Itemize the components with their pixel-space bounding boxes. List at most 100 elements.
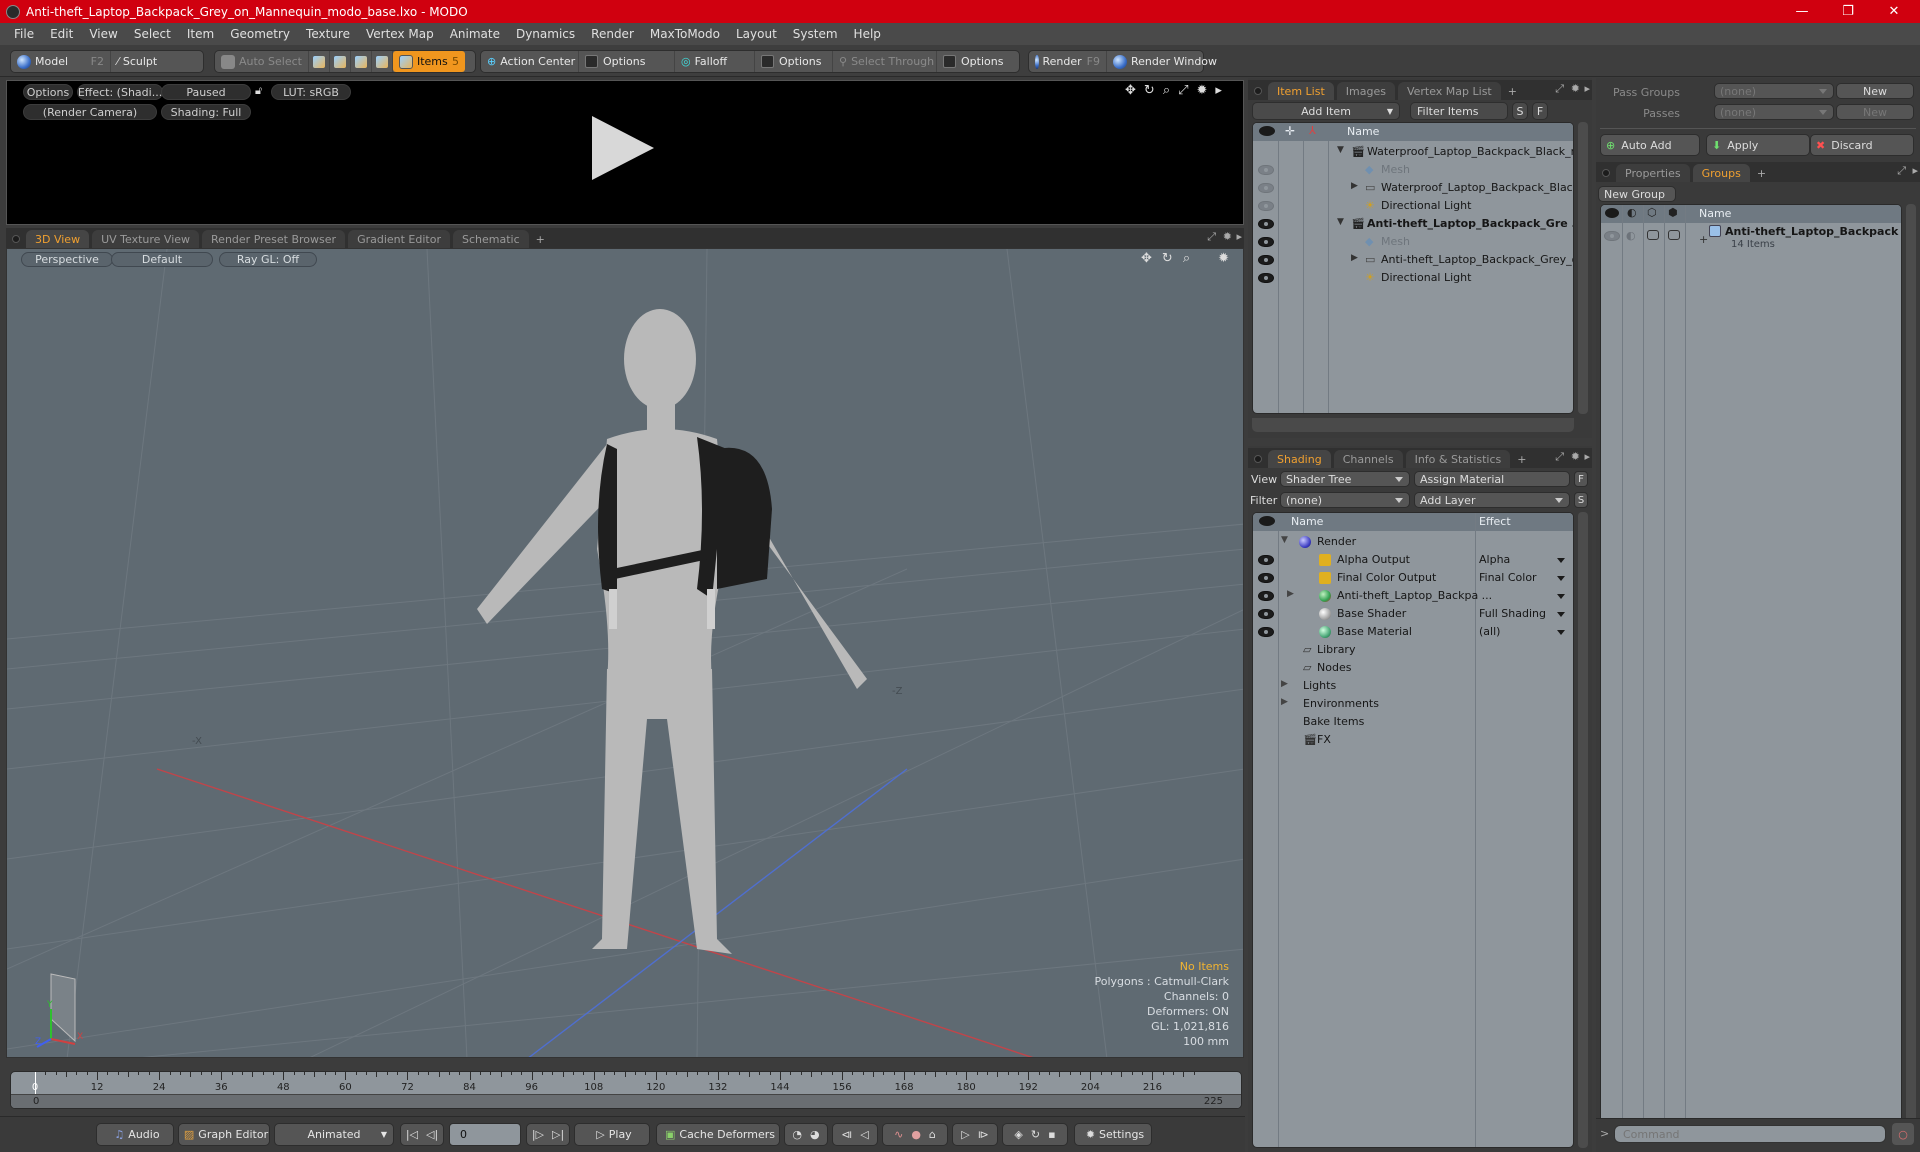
record-icon[interactable]: ● [907,1128,925,1141]
expand-arrow-icon[interactable]: ▸ [1215,83,1222,98]
groups-scrollbar[interactable] [1906,204,1916,1148]
zoom-icon[interactable]: ⌕ [1163,83,1170,98]
item-row[interactable]: ◆ Mesh [1253,233,1573,251]
shader-tree-scrollbar[interactable] [1578,512,1588,1148]
zoom-icon[interactable]: ⌕ [1183,251,1190,266]
panel-menu-icon[interactable] [1602,169,1610,177]
item-row[interactable]: ▼ 🎬︎Waterproof_Laptop_Backpack_Black_mo..… [1253,143,1573,161]
item-row[interactable]: ▶▭Waterproof_Laptop_Backpack_Black(2) [1253,179,1573,197]
expand-arrow-icon[interactable]: ▶ [1281,697,1288,707]
menu-edit[interactable]: Edit [42,27,81,41]
action-center-button[interactable]: ⊕ Action Center [481,51,579,72]
effect-dropdown-arrow-icon[interactable] [1557,630,1565,635]
new-pass-group-button[interactable]: New [1836,83,1914,99]
falloff-button[interactable]: ◎ Falloff [675,51,755,72]
shader-row[interactable]: ▶ Lights [1253,677,1573,695]
menu-texture[interactable]: Texture [298,27,358,41]
lock-column-icon[interactable]: ✛ [1285,124,1295,138]
item-row[interactable]: ▼ 🎬︎ Anti-theft_Laptop_Backpack_Gre ... [1253,215,1573,233]
tab-properties[interactable]: Properties [1616,164,1690,182]
expand-arrow-icon[interactable]: ▶ [1351,181,1358,191]
expand-plus-icon[interactable]: + [1699,233,1708,246]
select-vertices-button[interactable] [309,51,330,72]
effect-dropdown-arrow-icon[interactable] [1557,612,1565,617]
search-s-button[interactable]: S [1512,102,1528,120]
maximize-icon[interactable]: ⤢ [1555,450,1564,464]
name-column-header[interactable]: Name [1699,207,1731,220]
step-back-icon[interactable]: ◁| [422,1128,442,1141]
current-frame-marker[interactable] [35,1072,36,1094]
tab-3d-view[interactable]: 3D View [26,230,90,248]
shader-row[interactable]: Base Material (all) [1253,623,1573,641]
add-tab-button[interactable]: + [1513,450,1530,468]
apply-button[interactable]: ⬇ Apply [1706,134,1810,156]
name-column-header[interactable]: Name [1291,515,1323,528]
falloff-options-button[interactable]: Options [755,51,833,72]
lock-icon[interactable]: 🔓︎ [255,84,269,100]
menu-view[interactable]: View [81,27,125,41]
paused-button[interactable]: Paused [161,84,251,100]
tab-channels[interactable]: Channels [1333,450,1403,468]
add-tab-button[interactable]: + [1753,164,1770,182]
maximize-icon[interactable]: ⤢ [1555,82,1564,96]
tab-vertex-map-list[interactable]: Vertex Map List [1397,82,1501,100]
select-through-options-button[interactable]: Options [937,51,1009,72]
gear-icon[interactable]: ✹ [1197,83,1208,98]
minimize-button[interactable]: — [1780,0,1824,23]
items-mode-button[interactable]: Items 5 [392,51,465,72]
raygl-toggle[interactable]: Ray GL: Off [219,252,317,267]
3d-viewport[interactable]: -X -Z Y X Z Perspective Default Ray GL: … [6,248,1244,1058]
shader-row[interactable]: ▼ Render [1253,533,1573,551]
range-bar[interactable]: 0 225 [11,1094,1241,1108]
gear-icon[interactable]: ✹ [1218,251,1229,266]
shader-row[interactable]: Base Shader Full Shading [1253,605,1573,623]
item-row[interactable]: ◆ Mesh [1253,161,1573,179]
expand-arrow-icon[interactable]: ▶ [1287,589,1294,599]
group-row[interactable]: ◐ + Anti-theft_Laptop_Backpack ... 14 It… [1601,225,1901,255]
new-pass-button[interactable]: New [1836,104,1914,120]
command-history-icon[interactable]: ○ [1892,1123,1914,1145]
menu-file[interactable]: File [6,27,42,41]
menu-vertex-map[interactable]: Vertex Map [358,27,442,41]
item-list-hscroll[interactable] [1252,418,1574,432]
shader-row[interactable]: ▱ Library [1253,641,1573,659]
expand-arrow-icon[interactable]: ▸ [1236,230,1242,243]
render-column-icon[interactable]: ◐ [1627,206,1637,219]
visibility-column-icon[interactable] [1259,126,1275,136]
filter-f-button[interactable]: F [1532,102,1548,120]
menu-layout[interactable]: Layout [728,27,785,41]
step-forward-icon[interactable]: |▷ [528,1128,548,1141]
shader-row[interactable]: Alpha Output Alpha [1253,551,1573,569]
visibility-eye-icon[interactable] [1258,609,1274,619]
settings-button[interactable]: ✹ Settings [1074,1123,1152,1146]
select-materials-button[interactable] [372,51,393,72]
visibility-eye-icon[interactable] [1258,183,1274,193]
expand-arrow-icon[interactable]: ▶ [1351,253,1358,263]
cache-deformers-button[interactable]: ▣ Cache Deformers [656,1123,780,1146]
last-key-icon[interactable]: ⧐ [974,1128,993,1141]
filter-dropdown[interactable]: (none) [1280,492,1410,508]
audio-button[interactable]: ♫ Audio [96,1123,174,1146]
key-all-icon[interactable]: ◈ [1010,1128,1026,1141]
collapse-arrow-icon[interactable]: ▼ [1281,535,1288,545]
pan-icon[interactable]: ✥ [1141,251,1152,266]
command-input[interactable] [1614,1125,1886,1143]
close-button[interactable]: ✕ [1872,0,1916,23]
shader-row[interactable]: 🎬︎ FX [1253,731,1573,749]
menu-select[interactable]: Select [126,27,179,41]
visibility-eye-icon[interactable] [1258,165,1274,175]
filter-items-input[interactable]: Filter Items [1410,102,1508,120]
tab-schematic[interactable]: Schematic [453,230,529,248]
menu-maxtomodo[interactable]: MaxToModo [642,27,728,41]
add-tab-button[interactable]: + [532,230,549,248]
expand-arrow-icon[interactable]: ▸ [1912,164,1918,177]
tab-uv-texture-view[interactable]: UV Texture View [92,230,200,248]
item-list-scrollbar[interactable] [1578,122,1588,414]
item-row[interactable]: ☀︎ Directional Light [1253,197,1573,215]
auto-key-icon[interactable]: ∿ [890,1128,907,1141]
render-toggle-icon[interactable]: ◐ [1626,229,1636,242]
graph-editor-button[interactable]: ▨ Graph Editor [178,1123,270,1146]
menu-animate[interactable]: Animate [442,27,508,41]
auto-select-button[interactable]: Auto Select [215,51,309,72]
tab-gradient-editor[interactable]: Gradient Editor [348,230,450,248]
